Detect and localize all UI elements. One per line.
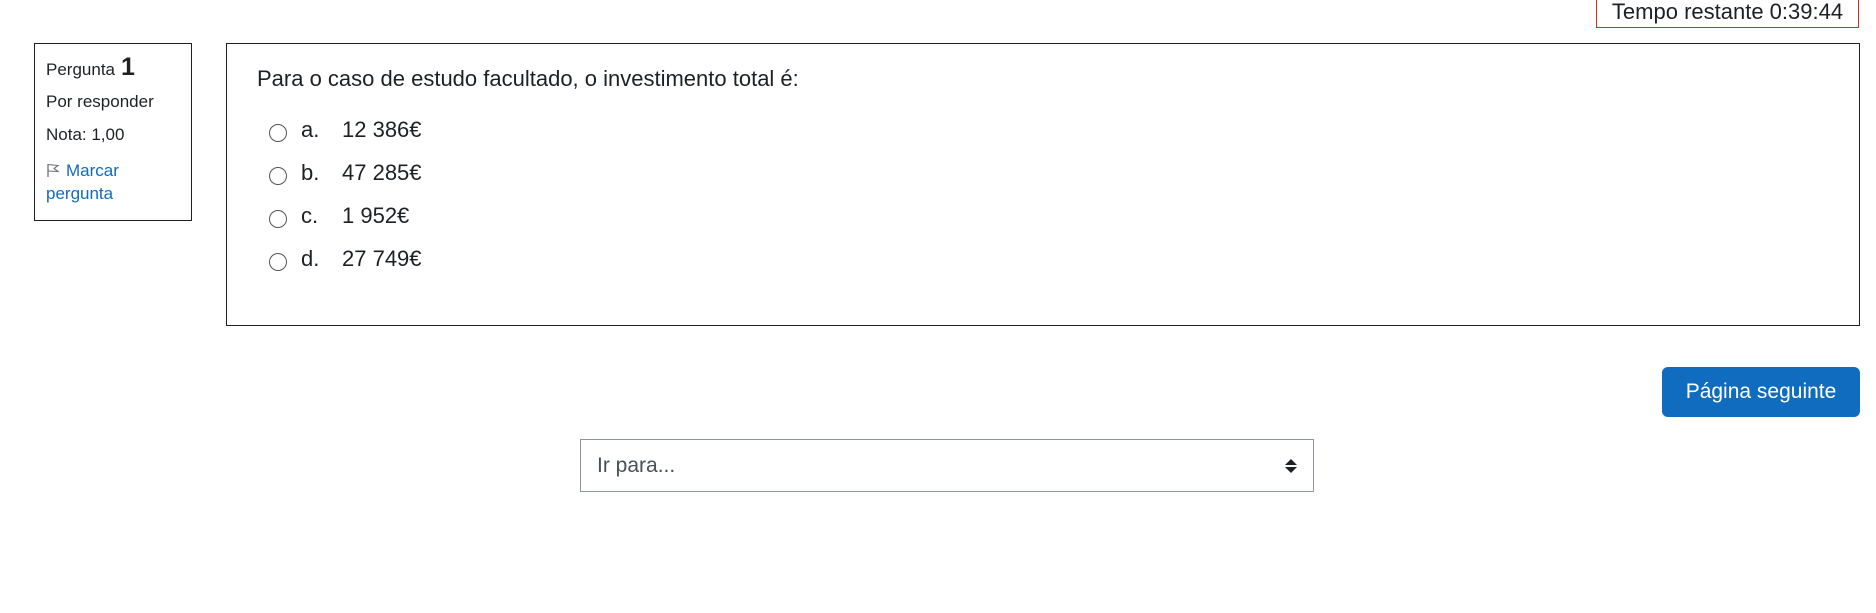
jump-to-placeholder: Ir para... [597,453,676,477]
question-number-value: 1 [121,53,135,81]
time-remaining: Tempo restante 0:39:44 [1596,0,1859,28]
answer-option-d[interactable]: d. 27 749€ [257,243,1829,274]
radio-button[interactable] [269,123,287,142]
answer-letter: a. [301,116,320,142]
answer-letter: d. [301,245,320,271]
question-state: Por responder [46,92,154,111]
answer-list: a. 12 386€ b. 47 285€ c. 1 952€ d. 27 74… [257,114,1829,274]
answer-text: 12 386€ [342,116,422,142]
question-label: Pergunta [46,60,115,79]
answer-text: 47 285€ [342,159,422,185]
answer-option-a[interactable]: a. 12 386€ [257,114,1829,145]
question-grade: Nota: 1,00 [46,125,125,144]
answer-option-b[interactable]: b. 47 285€ [257,157,1829,188]
answer-letter: b. [301,159,320,185]
radio-button[interactable] [269,209,287,228]
updown-arrows-icon [1285,458,1297,473]
answer-letter: c. [301,202,319,228]
flag-question-link[interactable]: Marcar pergunta [46,160,180,204]
question-info: Pergunta 1 Por responder Nota: 1,00 Marc… [34,43,192,221]
answer-option-c[interactable]: c. 1 952€ [257,200,1829,231]
next-page-button[interactable]: Página seguinte [1662,367,1860,417]
radio-button[interactable] [269,252,287,271]
jump-to-select[interactable]: Ir para... [580,439,1314,492]
answer-text: 1 952€ [342,202,410,228]
flag-icon [46,162,60,183]
question-content: Para o caso de estudo facultado, o inves… [226,43,1860,326]
question-text: Para o caso de estudo facultado, o inves… [257,66,799,91]
question-number: Pergunta 1 [46,53,180,82]
answer-text: 27 749€ [342,245,422,271]
radio-button[interactable] [269,166,287,185]
